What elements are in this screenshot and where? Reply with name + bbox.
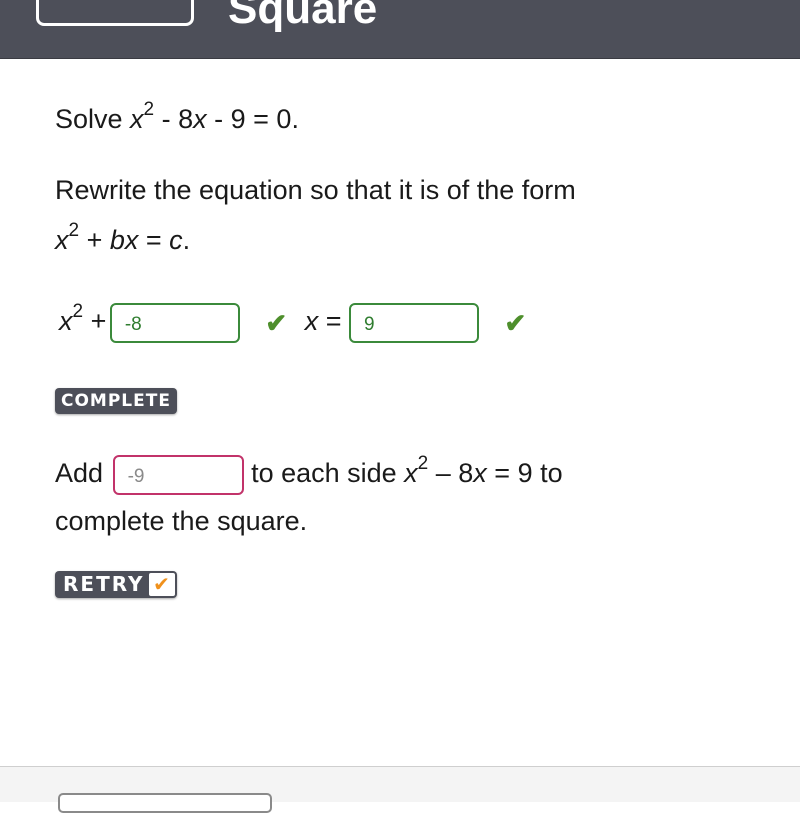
app-header: Square: [0, 0, 800, 59]
correct-check-icon: ✔: [504, 307, 527, 338]
footer-button[interactable]: [58, 793, 272, 813]
retry-button[interactable]: RETRY ✔: [55, 571, 177, 598]
step1-instruction: Rewrite the equation so that it is of th…: [55, 175, 576, 205]
step1-equation-row: x2 + -8 ✔ x = 9 ✔: [59, 302, 527, 343]
footer-bar: [0, 766, 800, 813]
step2-instruction: Add -9 to each side x2 – 8x = 9 to: [55, 454, 563, 495]
header-logo-box[interactable]: [36, 0, 194, 26]
correct-check-icon: ✔: [265, 307, 288, 338]
page-title: Square: [228, 0, 378, 33]
retry-label: RETRY: [63, 572, 145, 596]
problem-statement: Solve x2 - 8x - 9 = 0.: [55, 99, 299, 134]
retry-check-icon: ✔: [148, 573, 175, 596]
step2-instruction-line2: complete the square.: [55, 506, 308, 536]
b-coefficient-input[interactable]: -8: [109, 303, 240, 343]
step1-form: x2 + bx = c.: [55, 220, 191, 255]
add-value-input[interactable]: -9: [112, 455, 244, 495]
c-constant-input[interactable]: 9: [348, 303, 479, 343]
complete-badge: COMPLETE: [55, 388, 177, 414]
